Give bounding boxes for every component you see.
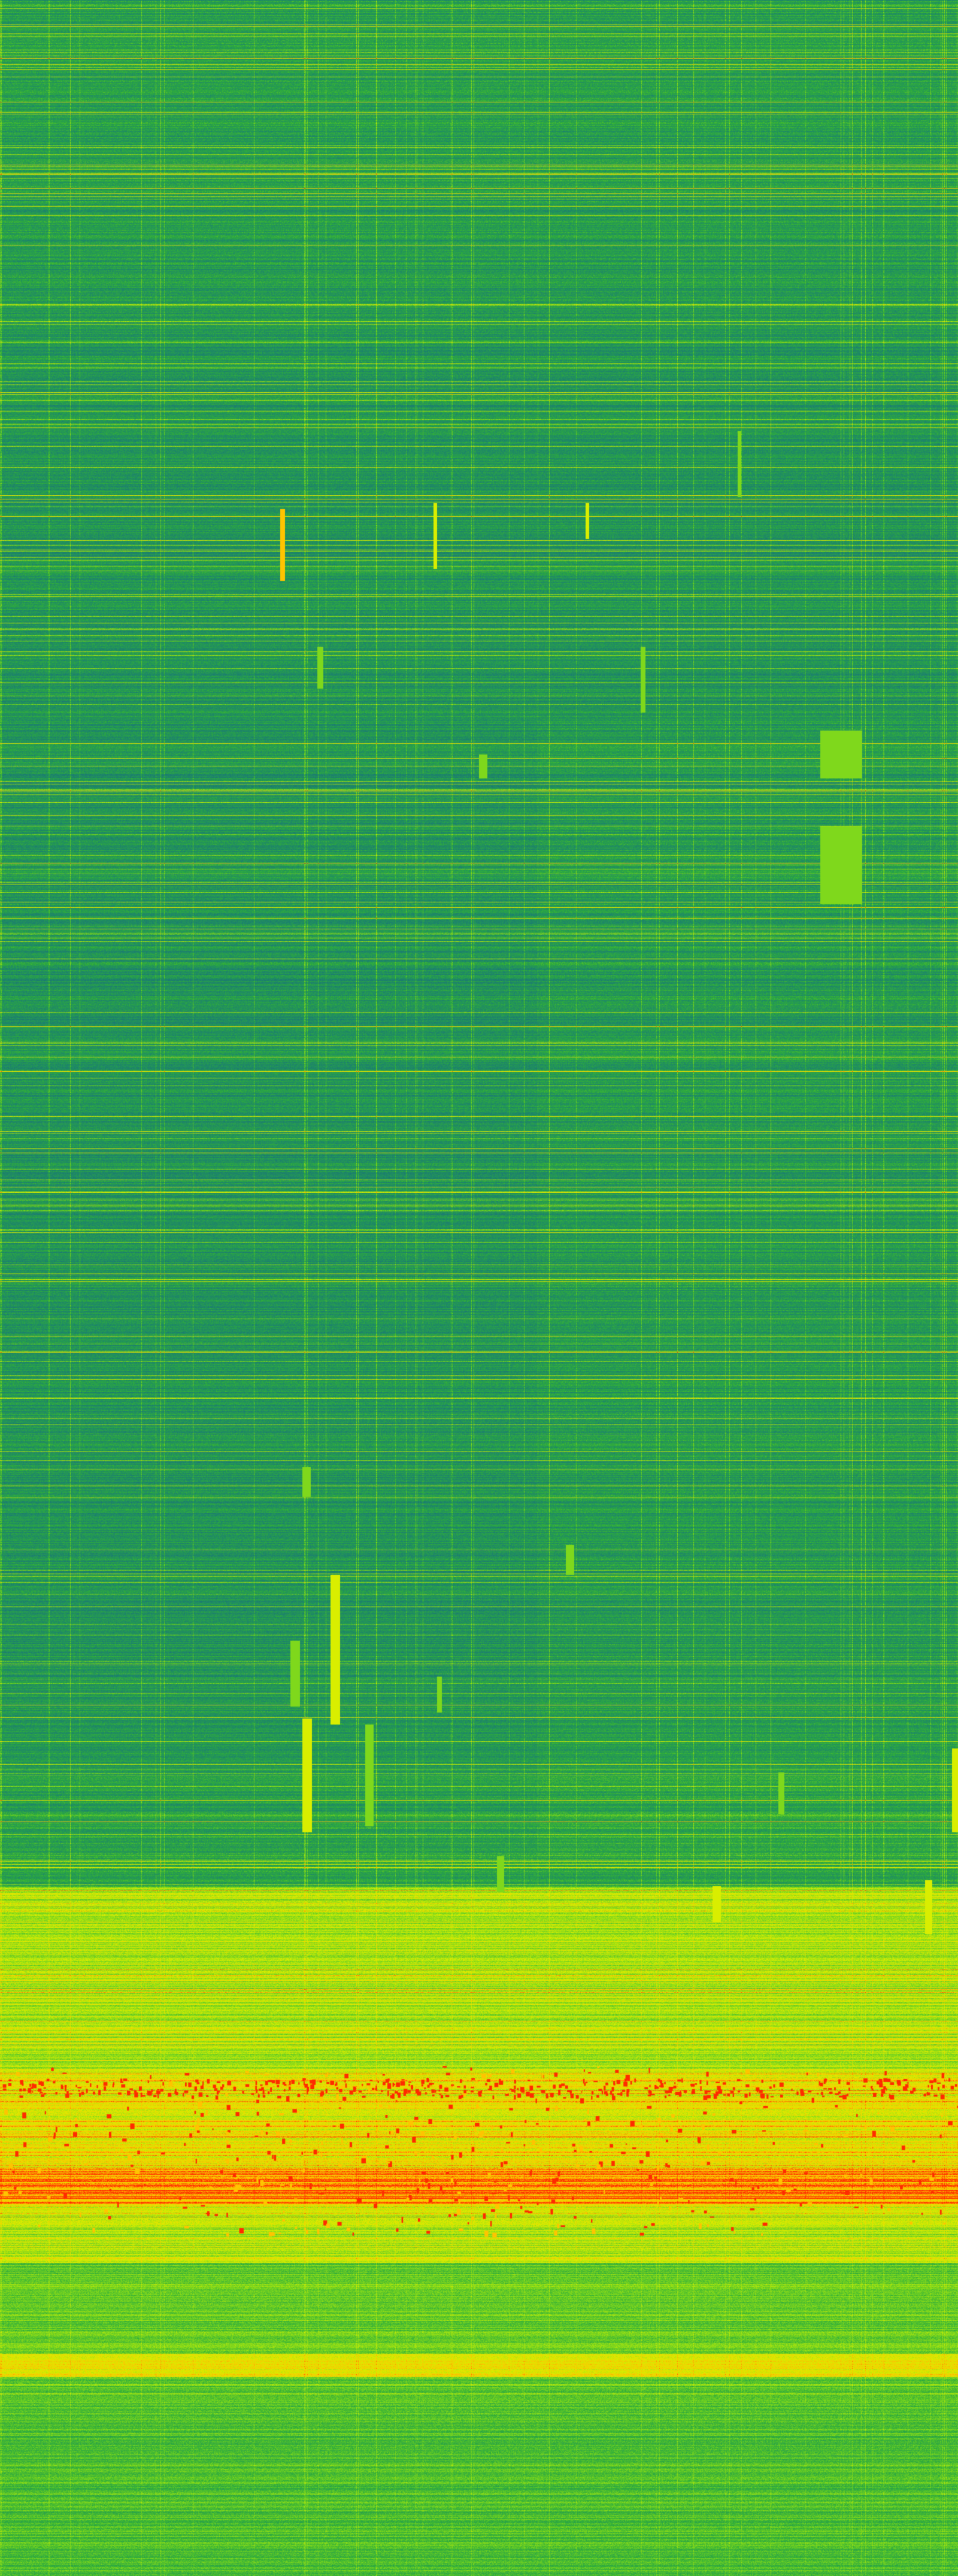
spectrogram-image <box>0 0 958 2576</box>
